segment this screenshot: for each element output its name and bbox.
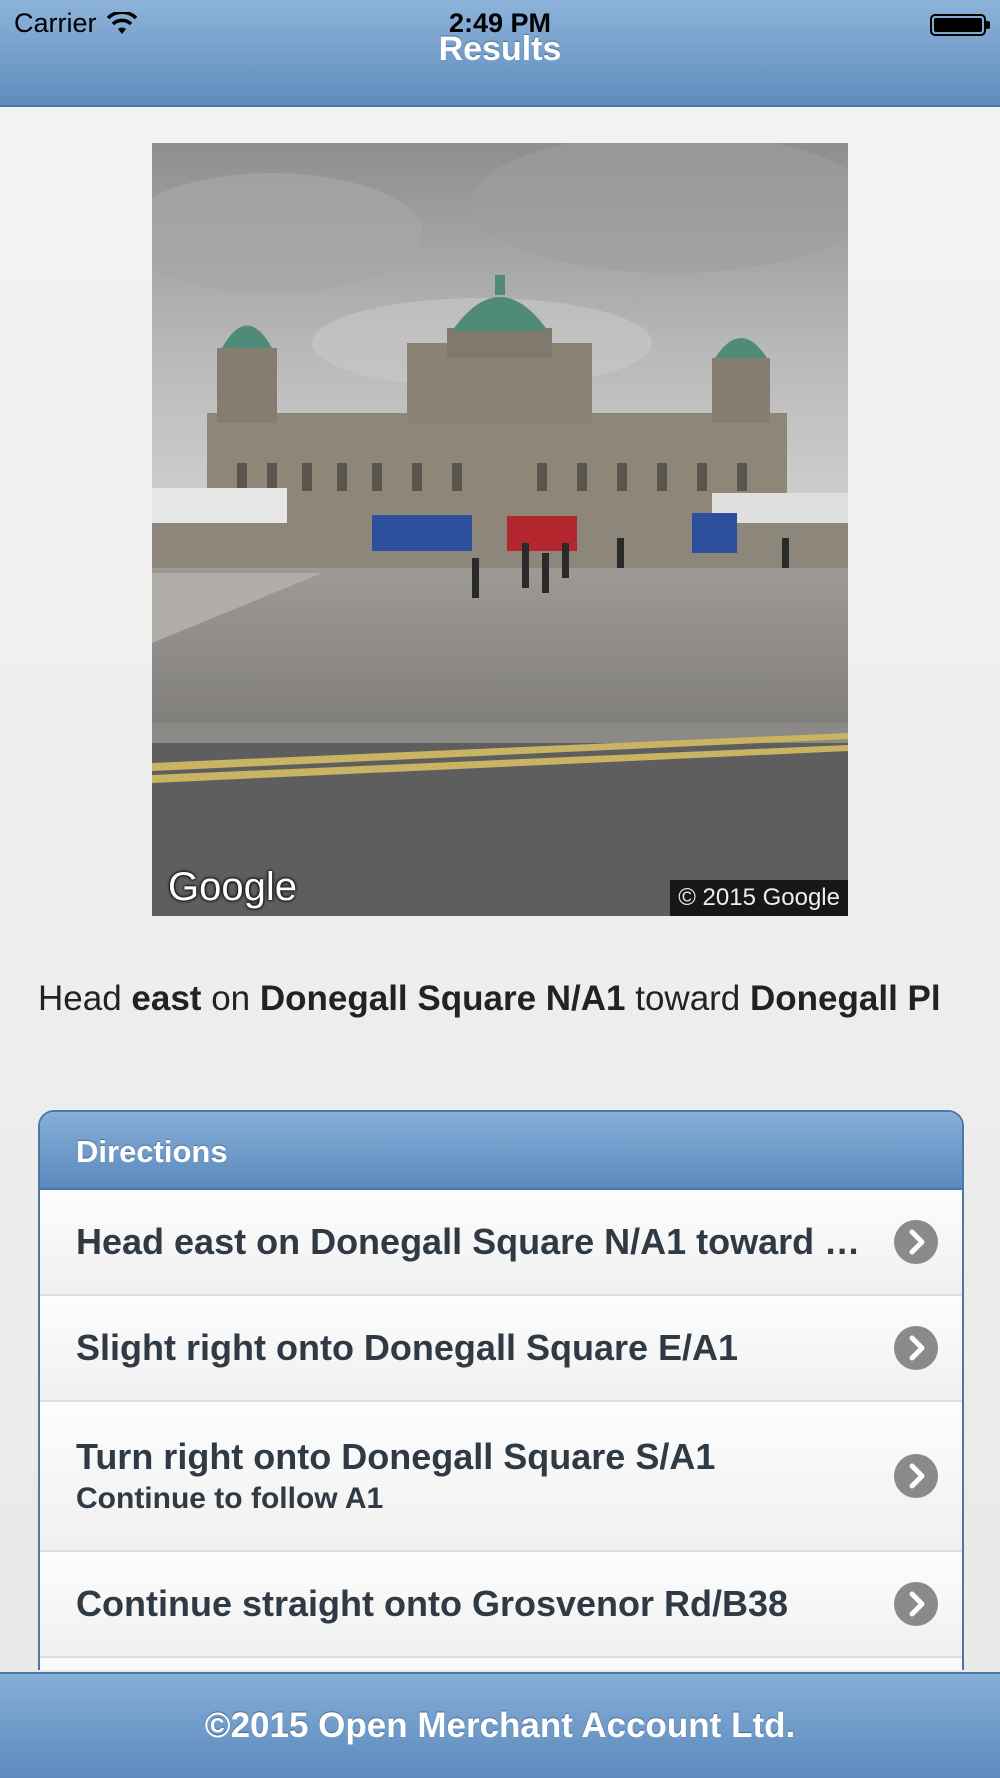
page-title: Results — [438, 30, 562, 68]
direction-step-text: Head east on Donegall Square N/A1 toward… — [76, 1221, 862, 1262]
instruction-part: on — [201, 979, 260, 1018]
direction-step-text: Continue straight onto Grosvenor Rd/B38 — [76, 1583, 789, 1624]
google-logo: Google — [168, 865, 297, 909]
direction-item[interactable]: Head east on Donegall Square N/A1 toward… — [40, 1190, 962, 1296]
street-view-image: Google © 2015 Google — [152, 143, 848, 916]
direction-item[interactable]: Turn right onto Donegall Square S/A1 Cont… — [40, 1402, 962, 1552]
direction-step-subtext: Continue to follow A1 — [76, 1482, 384, 1515]
footer-copyright: ©2015 Open Merchant Account Ltd. — [0, 1672, 1000, 1778]
chevron-right-icon[interactable] — [894, 1326, 938, 1370]
instruction-part: Head — [38, 979, 132, 1018]
current-instruction: Head east on Donegall Square N/A1 toward… — [38, 975, 958, 1022]
header-bar: Carrier 2:49 PM Results — [0, 0, 1000, 107]
directions-list: Directions Head east on Donegall Square … — [38, 1110, 964, 1670]
chevron-right-icon[interactable] — [894, 1454, 938, 1498]
instruction-part: Donegall Square N/A1 — [259, 979, 626, 1018]
direction-item[interactable]: Continue straight onto Grosvenor Rd/B38 — [40, 1552, 962, 1658]
city-hall-photo — [152, 143, 848, 916]
instruction-part: Donegall Pl — [750, 979, 941, 1018]
instruction-part: east — [131, 979, 202, 1018]
instruction-part: toward — [625, 979, 750, 1018]
image-copyright: © 2015 Google — [670, 880, 848, 916]
direction-item[interactable]: Slight right onto Donegall Square E/A1 — [40, 1296, 962, 1402]
direction-step-text: Slight right onto Donegall Square E/A1 — [76, 1327, 739, 1368]
direction-step-text: Turn right onto Donegall Square S/A1 — [76, 1436, 716, 1477]
directions-items: Head east on Donegall Square N/A1 toward… — [40, 1190, 962, 1658]
chevron-right-icon[interactable] — [894, 1220, 938, 1264]
directions-header: Directions — [40, 1112, 962, 1190]
chevron-right-icon[interactable] — [894, 1582, 938, 1626]
